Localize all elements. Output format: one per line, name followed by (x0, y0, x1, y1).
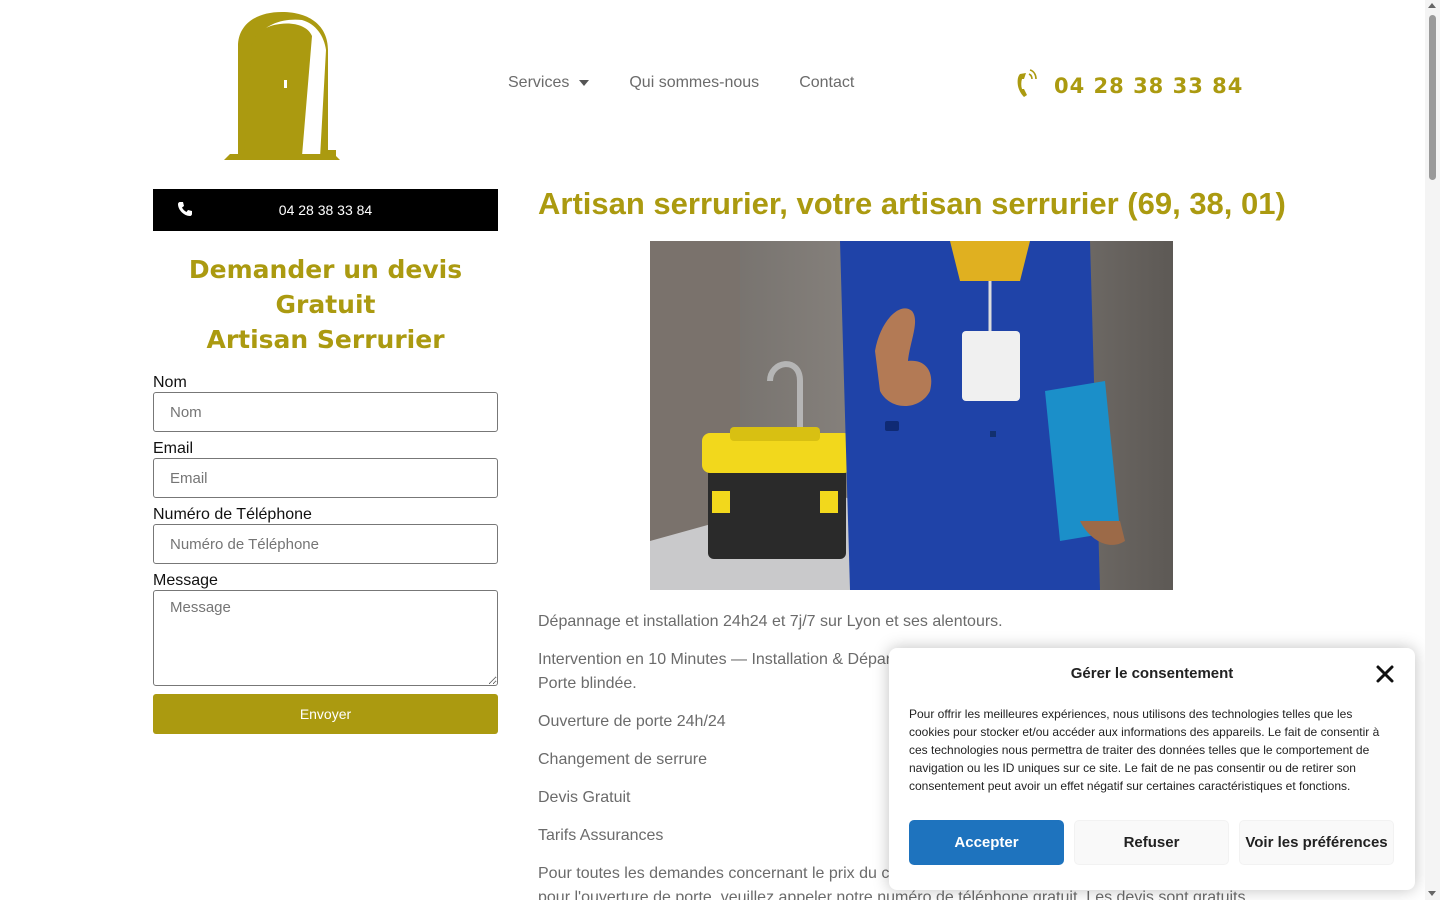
consent-title: Gérer le consentement (1070, 665, 1234, 682)
phone-field[interactable] (153, 524, 498, 564)
name-label: Nom (153, 374, 187, 391)
content-paragraph: Dépannage et installation 24h24 et 7j/7 … (538, 613, 1003, 630)
header-phone-number: 04 28 38 33 84 (1054, 73, 1244, 98)
email-field[interactable] (153, 458, 498, 498)
submit-button[interactable]: Envoyer (153, 694, 498, 734)
page-title: Artisan serrurier, votre artisan serruri… (538, 186, 1286, 221)
phone-label: Numéro de Téléphone (153, 506, 312, 523)
quote-title: Demander un devis Gratuit Artisan Serrur… (153, 252, 498, 357)
phone-ringing-icon (1016, 68, 1040, 103)
nav-item-qui-sommes-nous[interactable]: Qui sommes-nous (629, 74, 759, 92)
call-button[interactable]: 04 28 38 33 84 (153, 189, 498, 231)
nav-item-services[interactable]: Services (508, 74, 590, 92)
site-header: Services Qui sommes-nous Contact 04 28 3… (0, 0, 1425, 170)
nav-item-contact[interactable]: Contact (799, 74, 854, 92)
page-scrollbar[interactable] (1425, 0, 1440, 900)
accept-button[interactable]: Accepter (909, 820, 1064, 865)
nav-item-label: Services (508, 74, 570, 91)
cookie-consent-dialog: Gérer le consentement Pour offrir les me… (889, 648, 1415, 890)
consent-text: Pour offrir les meilleures expériences, … (909, 707, 1380, 793)
caret-down-icon[interactable] (579, 80, 590, 86)
call-button-label: 04 28 38 33 84 (278, 202, 373, 218)
scroll-down-arrow-icon[interactable] (1428, 891, 1436, 896)
view-preferences-button[interactable]: Voir les préférences (1239, 820, 1394, 865)
nav-item-label: Contact (799, 74, 855, 91)
close-icon[interactable] (1375, 664, 1395, 684)
locksmith-hero-image (650, 241, 1173, 590)
nav-item-label: Qui sommes-nous (629, 74, 760, 91)
main-nav: Services Qui sommes-nous Contact (508, 74, 894, 92)
quote-form: Nom Email Numéro de Téléphone Message En… (153, 374, 498, 734)
message-field[interactable] (153, 590, 498, 686)
quote-title-line: Gratuit (275, 290, 376, 319)
scrollbar-thumb[interactable] (1429, 15, 1436, 180)
email-label: Email (153, 440, 194, 457)
door-logo-icon[interactable] (224, 10, 340, 160)
header-phone-link[interactable]: 04 28 38 33 84 (1016, 68, 1243, 103)
quote-title-line: Demander un devis (188, 255, 463, 284)
refuse-button[interactable]: Refuser (1074, 820, 1229, 865)
name-field[interactable] (153, 392, 498, 432)
quote-title-line: Artisan Serrurier (206, 325, 445, 354)
message-label: Message (153, 572, 218, 589)
scroll-up-arrow-icon[interactable] (1428, 3, 1436, 8)
